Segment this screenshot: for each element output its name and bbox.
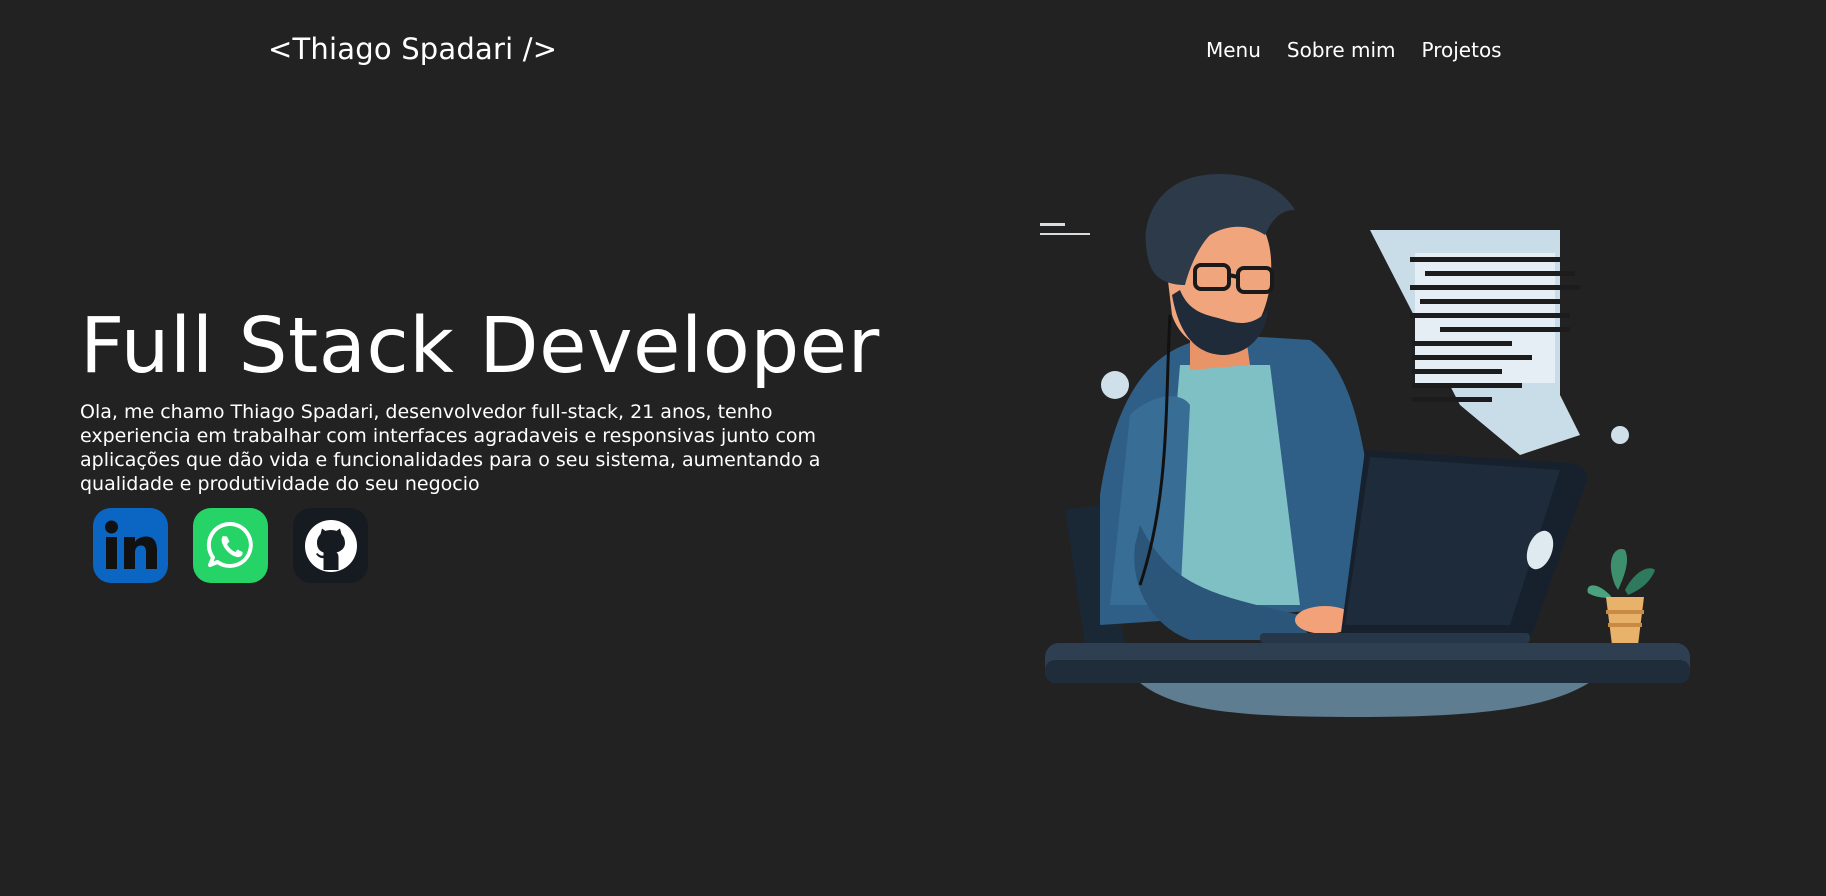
hero-description: Ola, me chamo Thiago Spadari, desenvolve…	[80, 401, 821, 495]
main-nav: Menu Sobre mim Projetos	[1206, 38, 1502, 62]
hero-title: Full Stack Developer	[80, 302, 880, 391]
github-button[interactable]	[293, 508, 368, 583]
linkedin-icon	[104, 520, 157, 569]
developer-illustration	[1040, 174, 1690, 717]
github-icon	[304, 519, 357, 572]
linkedin-button[interactable]	[93, 508, 168, 583]
social-links	[93, 508, 368, 583]
nav-projetos-link[interactable]: Projetos	[1422, 38, 1502, 62]
site-logo[interactable]: <Thiago Spadari />	[268, 32, 557, 66]
nav-menu-link[interactable]: Menu	[1206, 38, 1261, 62]
whatsapp-button[interactable]	[193, 508, 268, 583]
nav-sobre-mim-link[interactable]: Sobre mim	[1287, 38, 1396, 62]
whatsapp-icon	[206, 521, 253, 568]
